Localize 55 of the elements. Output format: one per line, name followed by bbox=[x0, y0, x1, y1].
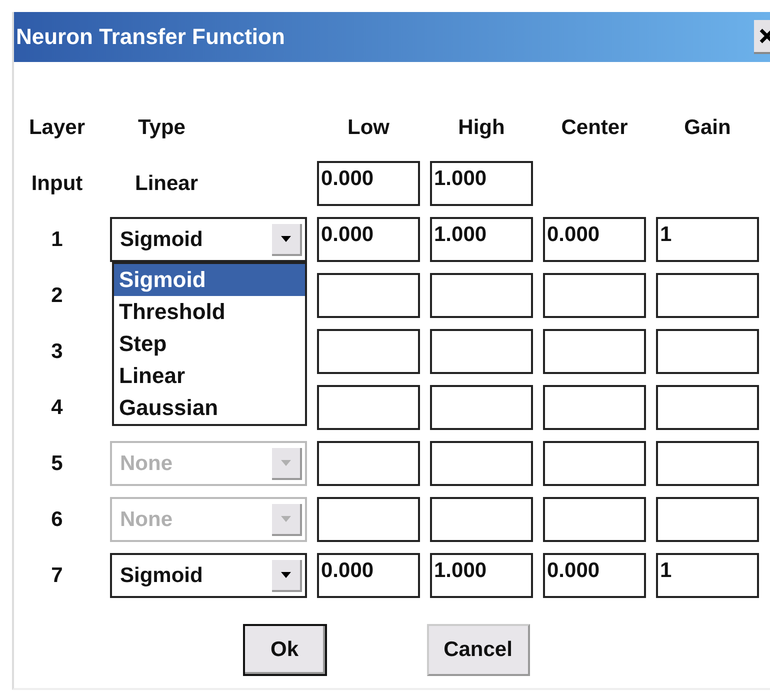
input-field[interactable] bbox=[543, 273, 646, 318]
layer-label: 7 bbox=[50, 564, 64, 588]
input-field[interactable] bbox=[430, 497, 533, 542]
layer-label: 6 bbox=[50, 508, 64, 532]
dialog-button[interactable]: Cancel bbox=[426, 624, 530, 676]
input-field[interactable] bbox=[317, 273, 420, 318]
dropdown-option[interactable]: Gaussian bbox=[114, 392, 305, 424]
column-header: Gain bbox=[683, 116, 732, 140]
input-field[interactable]: 0.000 bbox=[543, 553, 646, 598]
input-field[interactable] bbox=[543, 329, 646, 374]
dropdown-option[interactable]: Linear bbox=[114, 360, 305, 392]
dropdown-option[interactable]: Threshold bbox=[114, 296, 305, 328]
column-header: Center bbox=[560, 116, 629, 140]
input-field[interactable]: 1.000 bbox=[430, 161, 533, 206]
column-header: High bbox=[457, 116, 506, 140]
input-field[interactable]: 1 bbox=[656, 217, 759, 262]
input-field[interactable]: 1.000 bbox=[430, 217, 533, 262]
column-header: Layer bbox=[28, 116, 86, 140]
input-field[interactable]: 1.000 bbox=[430, 553, 533, 598]
dropdown-option[interactable]: Step bbox=[114, 328, 305, 360]
dialog-button[interactable]: Ok bbox=[242, 624, 326, 676]
dropdown-option[interactable]: Sigmoid bbox=[114, 264, 305, 296]
input-field[interactable] bbox=[430, 329, 533, 374]
layer-label: 3 bbox=[50, 340, 64, 364]
input-field[interactable]: 0.000 bbox=[317, 161, 420, 206]
layer-label: 1 bbox=[50, 228, 64, 252]
type-dropdown[interactable]: Sigmoid bbox=[110, 217, 307, 262]
type-label: Linear bbox=[134, 172, 200, 196]
input-field[interactable] bbox=[656, 441, 759, 486]
input-field[interactable]: 0.000 bbox=[317, 217, 420, 262]
layer-label: 2 bbox=[50, 284, 64, 308]
input-field[interactable] bbox=[656, 497, 759, 542]
input-field[interactable] bbox=[317, 329, 420, 374]
input-field[interactable] bbox=[430, 385, 533, 430]
layer-label: 5 bbox=[50, 452, 64, 476]
input-field[interactable] bbox=[317, 497, 420, 542]
input-field[interactable]: 0.000 bbox=[317, 553, 420, 598]
input-field[interactable] bbox=[656, 329, 759, 374]
window-title: Neuron Transfer Function bbox=[15, 24, 285, 50]
input-field[interactable] bbox=[543, 497, 646, 542]
input-field[interactable] bbox=[317, 385, 420, 430]
input-field[interactable] bbox=[430, 441, 533, 486]
input-field[interactable] bbox=[543, 441, 646, 486]
column-header: Type bbox=[137, 116, 186, 140]
input-field[interactable] bbox=[656, 385, 759, 430]
layer-label: Input bbox=[30, 172, 84, 196]
type-dropdown[interactable]: Sigmoid bbox=[110, 553, 307, 598]
input-field[interactable] bbox=[317, 441, 420, 486]
column-header: Low bbox=[346, 116, 390, 140]
input-field[interactable]: 1 bbox=[656, 553, 759, 598]
input-field[interactable]: 0.000 bbox=[543, 217, 646, 262]
input-field[interactable] bbox=[543, 385, 646, 430]
input-field[interactable] bbox=[430, 273, 533, 318]
input-field[interactable] bbox=[656, 273, 759, 318]
layer-label: 4 bbox=[50, 396, 64, 420]
